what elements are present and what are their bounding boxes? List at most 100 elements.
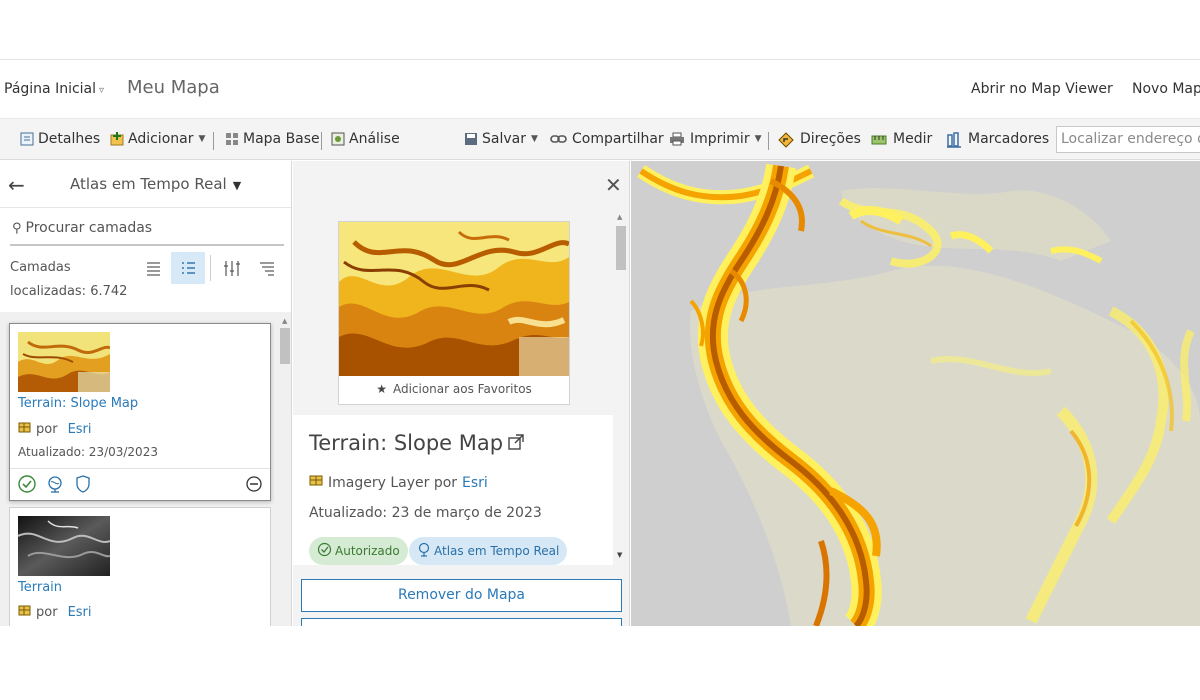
print-label: Imprimir	[690, 131, 750, 147]
bookmarks-icon	[946, 132, 964, 148]
directions-icon	[778, 132, 796, 148]
layer-preview: ★ Adicionar aos Favoritos	[338, 221, 571, 405]
remove-from-map-button[interactable]: Remover do Mapa	[301, 579, 622, 612]
details-icon	[20, 132, 34, 146]
basemap-label: Mapa Base	[243, 131, 320, 147]
basemap-grid-icon	[225, 132, 239, 146]
authorized-badge: Autorizado	[309, 537, 408, 565]
layer-thumbnail	[17, 516, 111, 576]
open-in-map-viewer-link[interactable]: Abrir no Map Viewer	[971, 81, 1113, 97]
toolbar-divider	[213, 132, 214, 150]
measure-button[interactable]: Medir	[871, 131, 932, 147]
shield-icon	[73, 474, 93, 494]
close-icon[interactable]: ✕	[605, 173, 622, 197]
layers-search-area: ⚲ Procurar camadas Camadas localizadas: 6…	[0, 208, 291, 312]
sort-icon	[260, 262, 274, 276]
filter-button[interactable]	[215, 252, 249, 284]
scroll-up-icon[interactable]: ▲	[617, 213, 622, 221]
layer-name[interactable]: Terrain	[18, 580, 62, 595]
address-search-input[interactable]: Localizar endereço ou lugar	[1056, 126, 1200, 153]
directions-label: Direções	[800, 131, 861, 147]
authorized-check-icon	[17, 474, 37, 494]
star-icon: ★	[376, 382, 387, 396]
share-button[interactable]: Compartilhar	[550, 131, 664, 147]
sort-button[interactable]	[250, 252, 284, 284]
details-button[interactable]: Detalhes	[20, 131, 100, 147]
living-atlas-label: Atlas em Tempo Real	[434, 544, 560, 558]
top-blank-area	[0, 0, 1200, 60]
print-button[interactable]: Imprimir ▼	[669, 131, 762, 147]
layer-updated: Atualizado: 23/03/2023	[18, 445, 158, 459]
save-button[interactable]: Salvar ▼	[464, 131, 538, 147]
scroll-down-icon[interactable]: ▼	[617, 551, 622, 559]
layer-card[interactable]: Terrain: Slope Map por Esri Atualizado: …	[9, 323, 271, 501]
add-to-favorites-button[interactable]: ★ Adicionar aos Favoritos	[339, 376, 569, 404]
living-atlas-icon	[45, 474, 65, 494]
add-to-favorites-label: Adicionar aos Favoritos	[392, 382, 532, 396]
analysis-button[interactable]: Análise	[331, 131, 400, 147]
scroll-up-icon[interactable]: ▲	[282, 317, 287, 325]
home-menu[interactable]: Página Inicial ▿	[4, 81, 104, 97]
remove-circle-icon[interactable]	[244, 474, 264, 494]
imagery-layer-icon	[18, 421, 31, 438]
layers-search-placeholder: Procurar camadas	[25, 220, 153, 236]
map-toolbar: Detalhes Adicionar ▼ Mapa Base Análise Sa…	[0, 118, 1200, 160]
detail-list-view-button[interactable]	[171, 252, 205, 284]
save-icon	[464, 132, 478, 146]
scrollbar-thumb[interactable]	[616, 226, 626, 270]
layer-name[interactable]: Terrain: Slope Map	[18, 396, 138, 411]
authorized-label: Autorizado	[335, 544, 400, 558]
layer-owner-link[interactable]: Esri	[68, 422, 92, 437]
chevron-down-icon: ▿	[99, 85, 105, 96]
printer-icon	[669, 132, 686, 146]
link-icon	[550, 132, 568, 146]
list-view-button[interactable]	[137, 252, 171, 284]
new-map-link[interactable]: Novo Mapa	[1132, 81, 1200, 97]
external-link-icon[interactable]	[508, 431, 524, 455]
layers-scrollbar[interactable]: ▲	[279, 316, 291, 626]
add-button[interactable]: Adicionar ▼	[110, 131, 205, 147]
check-circle-icon	[317, 542, 332, 560]
layers-browser-panel: ← Atlas em Tempo Real ▼ ⚲ Procurar camadas…	[0, 161, 292, 626]
layer-detail-title: Terrain: Slope Map	[309, 431, 504, 455]
layer-card-footer	[10, 468, 270, 498]
bookmarks-button[interactable]: Marcadores	[946, 131, 1049, 148]
caret-down-icon: ▼	[530, 134, 538, 144]
living-atlas-badge: Atlas em Tempo Real	[409, 537, 568, 565]
filter-sliders-icon	[224, 261, 240, 276]
bottom-blank-area	[0, 626, 1200, 700]
gallery-title: Atlas em Tempo Real	[70, 175, 227, 193]
add-label: Adicionar	[128, 131, 194, 147]
caret-down-icon: ▼	[754, 134, 762, 144]
add-icon	[110, 132, 124, 146]
ruler-icon	[871, 132, 889, 146]
map-view[interactable]	[631, 161, 1200, 626]
directions-button[interactable]: Direções	[778, 131, 861, 148]
living-atlas-icon	[417, 542, 431, 560]
detail-list-icon	[182, 262, 195, 274]
home-menu-label: Página Inicial	[4, 81, 97, 97]
layers-search-input[interactable]: ⚲ Procurar camadas	[10, 220, 284, 246]
analysis-label: Análise	[349, 131, 400, 147]
layer-detail-owner-link[interactable]: Esri	[462, 475, 488, 491]
detail-scrollbar[interactable]: ▲ ▼	[614, 211, 628, 566]
slope-map-layer	[637, 163, 1200, 626]
layer-detail-panel: ✕ ★ Adicionar aos Favoritos Terrain: Slop…	[293, 161, 630, 626]
layer-preview-image	[339, 222, 571, 376]
layer-owner-link[interactable]: Esri	[68, 605, 92, 620]
view-toggle-divider	[210, 255, 211, 281]
layer-detail-type: Imagery Layer por Esri	[309, 474, 488, 491]
scrollbar-thumb[interactable]	[280, 328, 290, 364]
share-label: Compartilhar	[572, 131, 664, 147]
gallery-dropdown[interactable]: Atlas em Tempo Real ▼	[70, 175, 241, 193]
save-label: Salvar	[482, 131, 526, 147]
layer-detail-updated: Atualizado: 23 de março de 2023	[309, 505, 542, 521]
imagery-layer-icon	[309, 474, 323, 491]
layer-by-label: por	[36, 605, 58, 620]
caret-down-icon: ▼	[198, 134, 206, 144]
layer-card[interactable]: Terrain por Esri	[9, 507, 271, 626]
back-arrow-icon[interactable]: ←	[8, 173, 25, 197]
basemap-button[interactable]: Mapa Base	[225, 131, 320, 147]
secondary-action-button[interactable]	[301, 618, 622, 626]
list-view-icon	[147, 262, 160, 276]
